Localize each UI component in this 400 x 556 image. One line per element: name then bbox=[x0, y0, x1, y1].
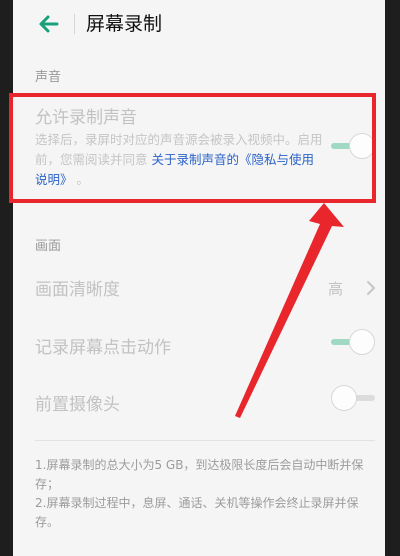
header-bar: 屏幕录制 bbox=[13, 0, 385, 50]
footer-divider bbox=[35, 440, 375, 441]
note-item: 2.屏幕录制过程中，息屏、通话、关机等操作会终止录屏并保存。 bbox=[35, 496, 359, 529]
back-button[interactable] bbox=[35, 10, 63, 38]
chevron-right-icon[interactable] bbox=[363, 280, 379, 296]
header-divider bbox=[74, 14, 75, 34]
record-touches-toggle[interactable] bbox=[331, 329, 375, 355]
front-camera-toggle[interactable] bbox=[331, 385, 375, 411]
page-title: 屏幕录制 bbox=[86, 13, 163, 35]
quality-title[interactable]: 画面清晰度 bbox=[35, 275, 120, 300]
highlight-box bbox=[9, 93, 376, 203]
quality-value[interactable]: 高 bbox=[328, 278, 343, 299]
arrow-left-icon bbox=[39, 15, 59, 33]
section-label-video: 画面 bbox=[35, 239, 62, 254]
settings-screen: 屏幕录制 声音 允许录制声音 选择后，录屏时对应的声音源会被录入视频中。启用前，… bbox=[13, 0, 385, 556]
record-touches-title: 记录屏幕点击动作 bbox=[35, 338, 171, 358]
toggle-knob bbox=[331, 385, 357, 411]
section-label-sound: 声音 bbox=[35, 70, 62, 85]
toggle-knob bbox=[349, 329, 375, 355]
note-item: 1.屏幕录制的总大小为5 GB，到达极限长度后会自动中断并保存； bbox=[35, 458, 364, 491]
front-camera-title: 前置摄像头 bbox=[35, 395, 120, 415]
